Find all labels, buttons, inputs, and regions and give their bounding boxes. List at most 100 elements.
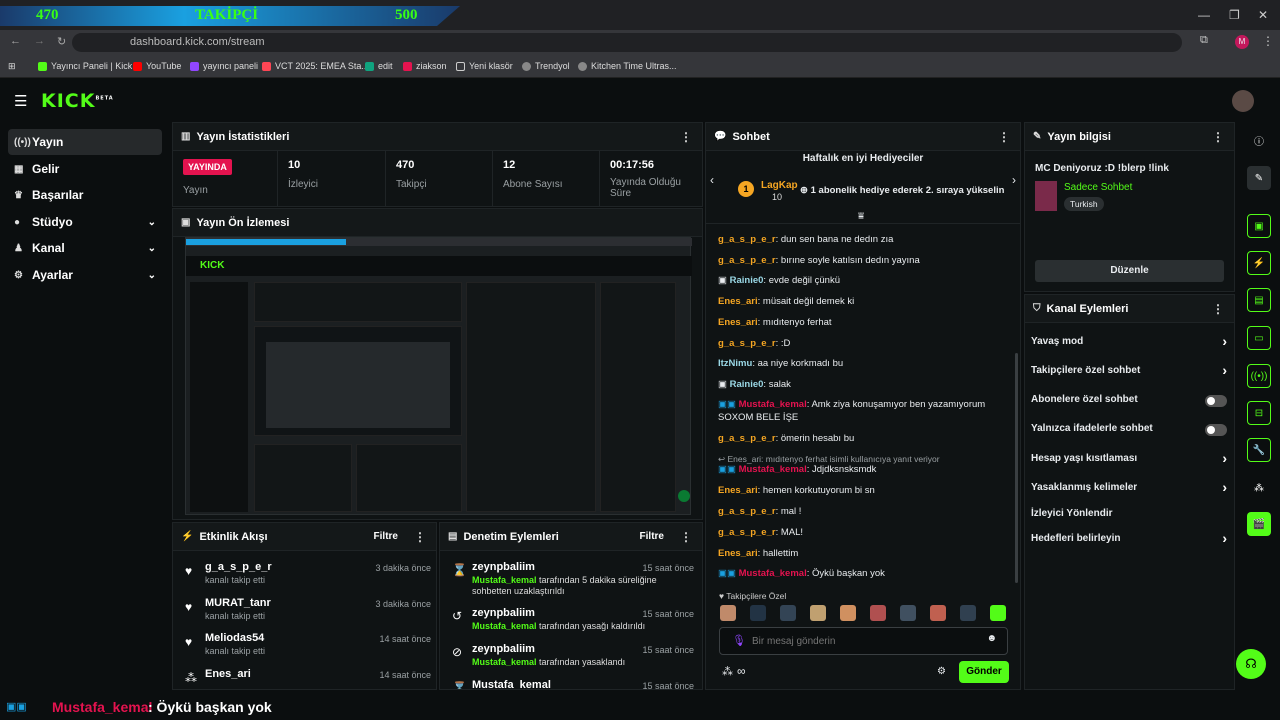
toggle-switch[interactable] (1205, 395, 1227, 407)
emote[interactable] (870, 605, 886, 621)
user-avatar[interactable] (1232, 90, 1254, 112)
chat-username[interactable]: Enes_ari (718, 317, 758, 328)
more-options-icon[interactable]: ⋮ (414, 530, 426, 544)
chat-username[interactable]: Enes_ari (718, 296, 758, 307)
scan-icon[interactable]: ▣ (1247, 214, 1271, 238)
edit-icon[interactable]: ✎ (1247, 166, 1271, 190)
send-button[interactable]: Gönder (959, 661, 1009, 683)
filter-button[interactable]: Filtre (640, 531, 664, 542)
document-icon[interactable]: ▤ (1247, 288, 1271, 312)
bookmark-item[interactable]: Kitchen Time Ultras... (578, 61, 677, 71)
emote[interactable] (960, 605, 976, 621)
chat-username[interactable]: Rainie0 (730, 379, 764, 390)
more-options-icon[interactable]: ⋮ (998, 130, 1010, 144)
chat-username[interactable]: g_a_s_p_e_r (718, 255, 776, 266)
toggle-switch[interactable] (1205, 424, 1227, 436)
emote[interactable] (900, 605, 916, 621)
wrench-icon[interactable]: 🔧 (1247, 438, 1271, 462)
emote[interactable] (930, 605, 946, 621)
reload-icon[interactable]: ↻ (57, 35, 66, 48)
sidebar-item-yayin[interactable]: ((•)) Yayın (8, 129, 162, 155)
chat-username[interactable]: Enes_ari (718, 548, 758, 559)
channel-action-item[interactable]: İzleyici Yönlendir (1031, 508, 1227, 524)
badges-icon[interactable]: ⁂ (1247, 476, 1271, 500)
url-input[interactable]: dashboard.kick.com/stream (72, 33, 1182, 52)
profile-avatar[interactable]: M (1235, 35, 1249, 49)
bookmark-item[interactable]: yayıncı paneli (190, 61, 258, 71)
kick-logo[interactable]: KICKBETA (41, 90, 114, 112)
hamburger-menu-icon[interactable]: ☰ (14, 92, 27, 110)
emote[interactable] (750, 605, 766, 621)
collapse-icon[interactable]: ⩸ (858, 211, 864, 222)
chat-username[interactable]: g_a_s_p_e_r (718, 527, 776, 538)
bolt-icon[interactable]: ⚡ (1247, 251, 1271, 275)
chat-scrollbar[interactable] (1015, 353, 1018, 583)
chat-username[interactable]: Enes_ari (718, 485, 758, 496)
chat-input-box[interactable]: 🎙 ☻ (719, 627, 1008, 655)
badges-icon[interactable]: ⁂ (722, 665, 733, 678)
bookmark-item[interactable]: VCT 2025: EMEA Sta... (262, 61, 369, 71)
layout-icon[interactable]: ⊟ (1247, 401, 1271, 425)
bookmark-item[interactable]: edit (365, 61, 393, 71)
support-headset-icon[interactable]: ☊ (1236, 649, 1266, 679)
back-icon[interactable]: ← (10, 35, 21, 47)
clapper-icon[interactable]: 🎬 (1247, 512, 1271, 536)
restore-icon[interactable]: ❐ (1229, 8, 1240, 22)
more-options-icon[interactable]: ⋮ (680, 130, 692, 144)
emote[interactable] (780, 605, 796, 621)
extensions-icon[interactable]: ⧉ (1200, 34, 1208, 47)
gifter-name[interactable]: LagKap (761, 180, 798, 191)
chevron-right-icon[interactable]: › (1012, 173, 1016, 187)
microphone-icon[interactable]: 🎙 (732, 634, 746, 647)
sidebar-item-studyo[interactable]: ● Stüdyo ⌄ (8, 209, 162, 235)
edit-button[interactable]: Düzenle (1035, 260, 1224, 282)
infinity-icon[interactable]: ∞ (737, 664, 746, 678)
close-icon[interactable]: ✕ (1258, 8, 1268, 22)
sidebar-item-basarilar[interactable]: ♛ Başarılar (8, 182, 162, 208)
channel-action-item[interactable]: Abonelere özel sohbet (1031, 394, 1227, 410)
broadcast-icon[interactable]: ((•)) (1247, 364, 1271, 388)
sidebar-item-kanal[interactable]: ♟ Kanal ⌄ (8, 235, 162, 261)
forward-icon[interactable]: → (34, 35, 45, 47)
emoji-icon[interactable]: ☻ (986, 633, 997, 644)
channel-action-item[interactable]: Hesap yaşı kısıtlaması › (1031, 450, 1227, 469)
emote[interactable] (720, 605, 736, 621)
browser-menu-icon[interactable]: ⋮ (1262, 34, 1274, 48)
more-options-icon[interactable]: ⋮ (1212, 130, 1224, 144)
apps-icon[interactable]: ⊞ (8, 61, 16, 72)
sidebar-item-ayarlar[interactable]: ⚙ Ayarlar ⌄ (8, 262, 162, 288)
more-options-icon[interactable]: ⋮ (680, 530, 692, 544)
chat-username[interactable]: g_a_s_p_e_r (718, 338, 776, 349)
category-link[interactable]: Sadece Sohbet (1064, 182, 1132, 193)
bookmark-item[interactable]: YouTube (133, 61, 181, 71)
chat-username[interactable]: g_a_s_p_e_r (718, 506, 776, 517)
chat-settings-icon[interactable]: ⚙ (937, 666, 946, 677)
bookmark-folder[interactable]: Yeni klasör (456, 61, 513, 71)
chat-username[interactable]: Mustafa_kemal (739, 568, 807, 579)
channel-action-item[interactable]: Yasaklanmış kelimeler › (1031, 479, 1227, 498)
emote[interactable] (990, 605, 1006, 621)
chat-bubble-icon[interactable]: ▭ (1247, 326, 1271, 350)
chevron-left-icon[interactable]: ‹ (710, 173, 714, 187)
bookmark-item[interactable]: Yayıncı Paneli | Kick (38, 61, 132, 71)
channel-action-item[interactable]: Yalnızca ifadelerle sohbet (1031, 423, 1227, 439)
chat-username[interactable]: g_a_s_p_e_r (718, 234, 776, 245)
filter-button[interactable]: Filtre (374, 531, 398, 542)
chat-username[interactable]: ItzNimu (718, 358, 752, 369)
emote[interactable] (840, 605, 856, 621)
channel-action-item[interactable]: Yavaş mod › (1031, 333, 1227, 352)
stream-preview-video[interactable]: KICK (185, 237, 692, 515)
bookmark-item[interactable]: Trendyol (522, 61, 570, 71)
channel-action-item[interactable]: Takipçilere özel sohbet › (1031, 362, 1227, 381)
info-icon[interactable]: ⓘ (1247, 128, 1271, 152)
chat-username[interactable]: Mustafa_kemal (739, 399, 807, 410)
channel-action-item[interactable]: Hedefleri belirleyin › (1031, 530, 1227, 549)
more-options-icon[interactable]: ⋮ (1212, 302, 1224, 316)
sidebar-item-gelir[interactable]: ▦ Gelir (8, 156, 162, 182)
emote[interactable] (810, 605, 826, 621)
chat-username[interactable]: Rainie0 (730, 275, 764, 286)
bookmark-item[interactable]: ziakson (403, 61, 447, 71)
minimize-icon[interactable]: — (1198, 8, 1210, 22)
chat-username[interactable]: g_a_s_p_e_r (718, 433, 776, 444)
chat-message-input[interactable] (752, 633, 972, 649)
